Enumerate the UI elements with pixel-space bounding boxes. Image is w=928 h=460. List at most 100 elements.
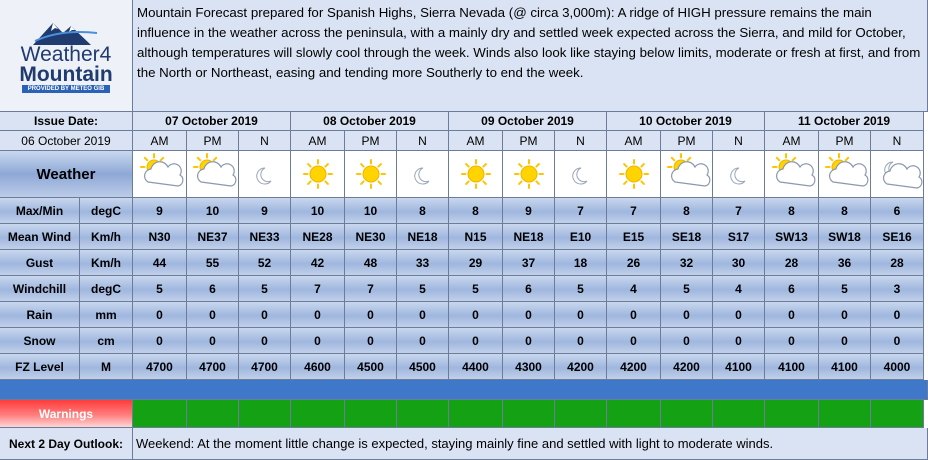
value-fz-level: 4200	[661, 354, 713, 380]
row-unit-snow: cm	[80, 328, 133, 354]
weather-icon-cell	[239, 151, 291, 198]
warning-level-cell	[503, 400, 555, 428]
forecast-summary: Mountain Forecast prepared for Spanish H…	[133, 0, 928, 112]
value-mean-wind: SE16	[871, 224, 924, 250]
weather-icon-cell	[555, 151, 607, 198]
weather-icon-cell	[607, 151, 661, 198]
value-rain: 0	[449, 302, 503, 328]
sun-icon	[503, 152, 554, 196]
value-max-min: 8	[661, 198, 713, 224]
warning-level-cell	[713, 400, 765, 428]
warning-level-cell	[555, 400, 607, 428]
value-gust: 52	[239, 250, 291, 276]
value-mean-wind: NE33	[239, 224, 291, 250]
period-header: PM	[345, 131, 397, 151]
weather-icon-cell	[661, 151, 713, 198]
value-mean-wind: NE30	[345, 224, 397, 250]
period-header: AM	[607, 131, 661, 151]
weather-icon-cell	[449, 151, 503, 198]
period-header: N	[871, 131, 924, 151]
period-header: AM	[291, 131, 345, 151]
day-header: 10 October 2019	[607, 112, 765, 131]
value-windchill: 5	[239, 276, 291, 302]
value-fz-level: 4400	[449, 354, 503, 380]
row-label-snow: Snow	[0, 328, 80, 354]
weather-icon-cell	[871, 151, 924, 198]
value-fz-level: 4600	[291, 354, 345, 380]
value-max-min: 7	[555, 198, 607, 224]
value-gust: 28	[765, 250, 819, 276]
weather-icon-cell	[503, 151, 555, 198]
value-fz-level: 4700	[133, 354, 187, 380]
moon-icon	[239, 152, 290, 196]
value-max-min: 6	[871, 198, 924, 224]
value-snow: 0	[291, 328, 345, 354]
value-gust: 32	[661, 250, 713, 276]
value-gust: 18	[555, 250, 607, 276]
value-rain: 0	[503, 302, 555, 328]
value-snow: 0	[239, 328, 291, 354]
warning-level-cell	[133, 400, 187, 428]
period-header: AM	[449, 131, 503, 151]
forecast-table: Weather4 Mountain PROVIDED BY METEO GIB Mou…	[0, 0, 928, 460]
value-rain: 0	[345, 302, 397, 328]
value-snow: 0	[555, 328, 607, 354]
value-windchill: 5	[819, 276, 871, 302]
row-unit-gust: Km/h	[80, 250, 133, 276]
day-header: 07 October 2019	[133, 112, 291, 131]
value-mean-wind: SW13	[765, 224, 819, 250]
value-windchill: 7	[345, 276, 397, 302]
issue-date-label: Issue Date:	[0, 112, 133, 131]
weather-icon-cell	[187, 151, 239, 198]
period-header: N	[555, 131, 607, 151]
weather-icon-cell	[397, 151, 449, 198]
value-snow: 0	[819, 328, 871, 354]
row-label-fz-level: FZ Level	[0, 354, 80, 380]
value-snow: 0	[765, 328, 819, 354]
value-gust: 36	[819, 250, 871, 276]
value-max-min: 7	[713, 198, 765, 224]
value-max-min: 9	[133, 198, 187, 224]
warnings-label: Warnings	[0, 400, 133, 428]
value-max-min: 10	[345, 198, 397, 224]
mountain-logo-icon	[33, 22, 98, 45]
value-fz-level: 4500	[397, 354, 449, 380]
value-fz-level: 4000	[871, 354, 924, 380]
value-mean-wind: SE18	[661, 224, 713, 250]
sun-icon	[345, 152, 396, 196]
warning-level-cell	[291, 400, 345, 428]
value-max-min: 7	[607, 198, 661, 224]
period-header: PM	[503, 131, 555, 151]
value-snow: 0	[871, 328, 924, 354]
value-max-min: 10	[187, 198, 239, 224]
logo-line-2: Mountain	[19, 62, 113, 86]
value-rain: 0	[607, 302, 661, 328]
value-rain: 0	[661, 302, 713, 328]
value-max-min: 8	[819, 198, 871, 224]
value-windchill: 6	[187, 276, 239, 302]
value-snow: 0	[503, 328, 555, 354]
value-gust: 26	[607, 250, 661, 276]
separator-band	[0, 380, 928, 400]
row-unit-mean-wind: Km/h	[80, 224, 133, 250]
sun-icon	[608, 152, 660, 196]
weather-icon-cell	[133, 151, 187, 198]
warning-level-cell	[397, 400, 449, 428]
value-max-min: 9	[239, 198, 291, 224]
value-mean-wind: NE37	[187, 224, 239, 250]
value-snow: 0	[661, 328, 713, 354]
moon-icon	[397, 152, 448, 196]
weather-icon-cell	[345, 151, 397, 198]
row-label-rain: Rain	[0, 302, 80, 328]
value-rain: 0	[819, 302, 871, 328]
period-header: AM	[765, 131, 819, 151]
row-label-windchill: Windchill	[0, 276, 80, 302]
value-snow: 0	[187, 328, 239, 354]
sun-cloud-icon	[661, 152, 712, 196]
value-windchill: 5	[397, 276, 449, 302]
value-fz-level: 4700	[239, 354, 291, 380]
logo-line-1: Weather4	[20, 42, 112, 66]
value-gust: 29	[449, 250, 503, 276]
sun-icon	[292, 152, 344, 196]
sun-cloud-icon	[134, 152, 186, 196]
